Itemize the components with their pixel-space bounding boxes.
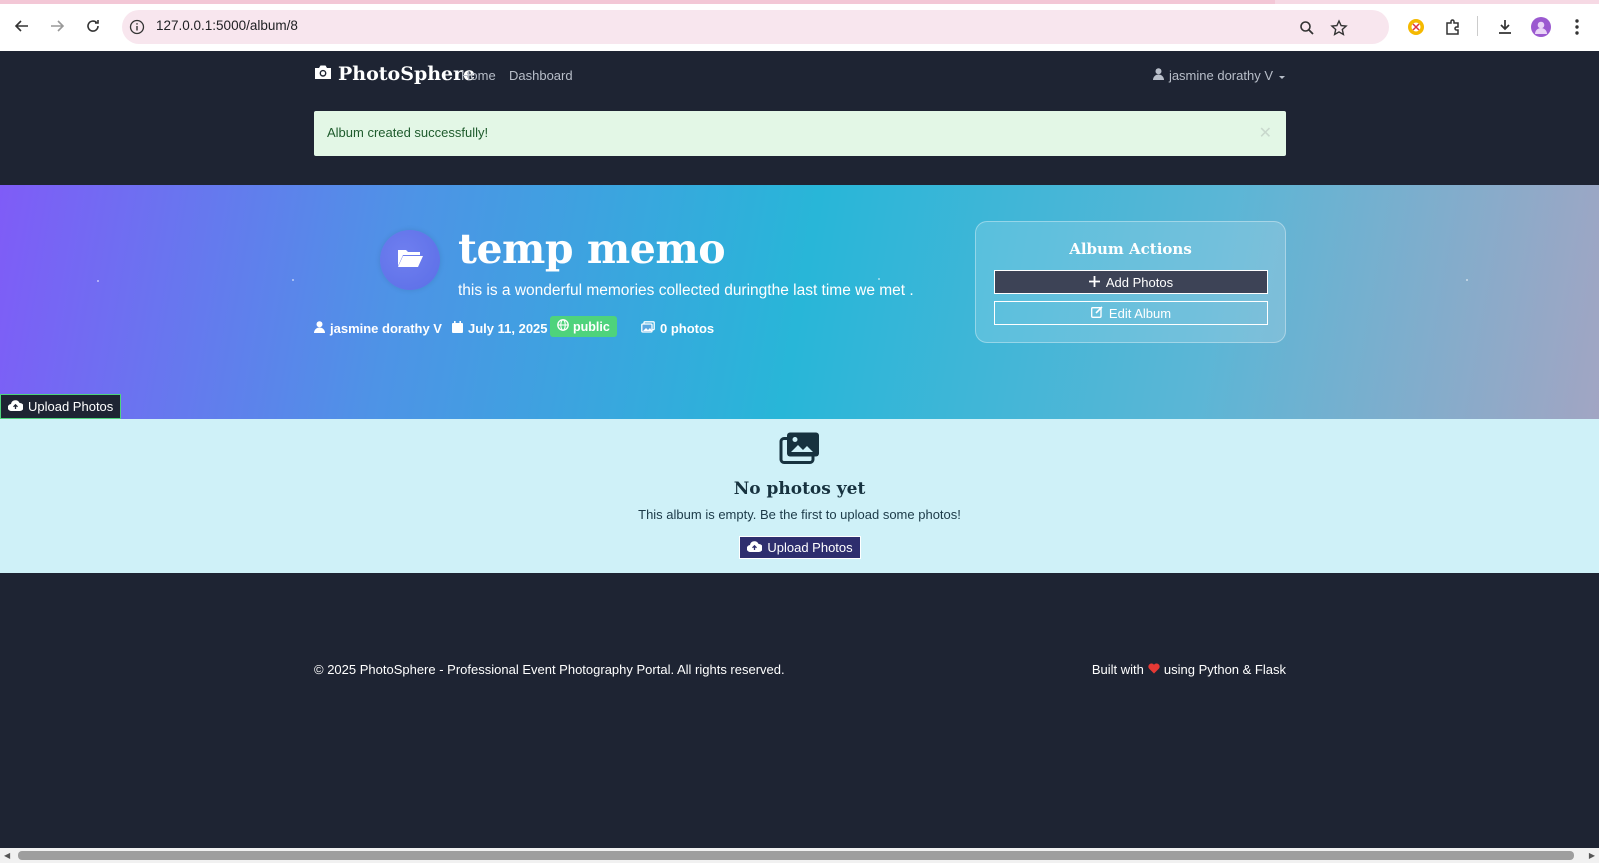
visibility-text: public [573,319,610,334]
navbar: PhotoSphere Home Dashboard jasmine dorat… [0,51,1599,99]
album-hero: temp memo this is a wonderful memories c… [0,185,1599,433]
info-icon[interactable] [128,18,146,36]
images-icon [641,321,655,336]
user-name: jasmine dorathy V [1168,68,1273,83]
actions-title: Album Actions [1069,240,1192,258]
nav-dashboard[interactable]: Dashboard [509,68,573,83]
album-folder-avatar [380,230,440,290]
close-icon[interactable]: ✕ [1259,123,1272,142]
add-photos-label: Add Photos [1105,274,1174,290]
heart-icon [1148,662,1160,677]
address-bar[interactable]: 127.0.0.1:5000/album/8 [122,10,1389,44]
date-text: July 11, 2025 [468,321,548,336]
scroll-left-icon[interactable]: ◀ [4,851,10,860]
zoom-icon[interactable] [1297,18,1317,38]
more-icon[interactable] [1566,16,1588,38]
footer-credit-prefix: Built with [1091,662,1144,677]
alert-message: Album created successfully! [327,125,489,140]
add-photos-button[interactable]: Add Photos [994,270,1268,294]
album-date: July 11, 2025 [452,321,548,336]
footer-credit-suffix: using Python & Flask [1163,662,1286,677]
brand-link[interactable]: PhotoSphere [314,63,475,85]
upload-photos-button[interactable]: Upload Photos [739,536,861,559]
profile-icon[interactable] [1530,16,1552,38]
footer-copyright: © 2025 PhotoSphere - Professional Event … [314,662,785,677]
edit-album-button[interactable]: Edit Album [994,301,1268,325]
brand-name: PhotoSphere [338,63,476,85]
scroll-right-icon[interactable]: ▶ [1589,851,1595,860]
folder-open-icon [396,247,424,273]
tab-strip [0,0,1599,4]
visibility-badge: public [550,316,617,337]
album-actions-card: Album Actions Add Photos Edit Album [975,221,1286,343]
hero-sparkle [292,279,294,281]
album-title: temp memo [458,225,726,273]
cloud-upload-icon [7,399,24,414]
extension-icon[interactable] [1405,16,1427,38]
download-icon[interactable] [1494,16,1516,38]
hero-sparkle [1466,279,1468,281]
url-text[interactable]: 127.0.0.1:5000/album/8 [156,18,298,33]
images-icon [779,431,821,469]
forward-icon[interactable] [45,14,69,38]
globe-icon [557,319,569,334]
hero-sparkle [97,280,99,282]
scrollbar-thumb[interactable] [18,851,1574,860]
album-owner: jasmine dorathy V [314,321,442,336]
empty-heading: No photos yet [733,479,866,499]
edit-album-label: Edit Album [1108,305,1172,321]
photo-count-text: 0 photos [660,321,715,336]
calendar-icon [452,321,463,336]
back-icon[interactable] [10,14,34,38]
cloud-upload-icon [747,540,764,555]
empty-state: No photos yet This album is empty. Be th… [0,419,1599,573]
upload-photos-top-label: Upload Photos [28,399,114,414]
edit-icon [1090,305,1103,321]
page: PhotoSphere Home Dashboard jasmine dorat… [0,51,1599,863]
plus-icon [1088,275,1100,290]
puzzle-icon[interactable] [1442,16,1464,38]
star-icon[interactable] [1329,18,1349,38]
user-icon [314,321,325,336]
success-alert: Album created successfully! ✕ [314,111,1286,156]
upload-photos-top-button[interactable]: Upload Photos [0,394,122,419]
photo-count: 0 photos [641,321,714,336]
user-menu[interactable]: jasmine dorathy V [1152,68,1286,83]
caret-down-icon [1278,68,1286,83]
toolbar-separator [1477,16,1478,36]
empty-text: This album is empty. Be the first to upl… [638,507,961,522]
active-tab[interactable] [0,0,1275,4]
nav-home[interactable]: Home [461,68,496,83]
horizontal-scrollbar[interactable]: ◀ ▶ [0,848,1599,863]
hero-sparkle [878,278,880,280]
reload-icon[interactable] [81,14,105,38]
upload-photos-label: Upload Photos [767,540,853,555]
owner-name: jasmine dorathy V [330,321,442,336]
user-icon [1152,68,1164,83]
footer-credit: Built with using Python & Flask [1092,662,1286,677]
album-description: this is a wonderful memories collected d… [458,282,914,299]
browser-chrome: 127.0.0.1:5000/album/8 [0,0,1599,51]
camera-icon [314,63,332,85]
